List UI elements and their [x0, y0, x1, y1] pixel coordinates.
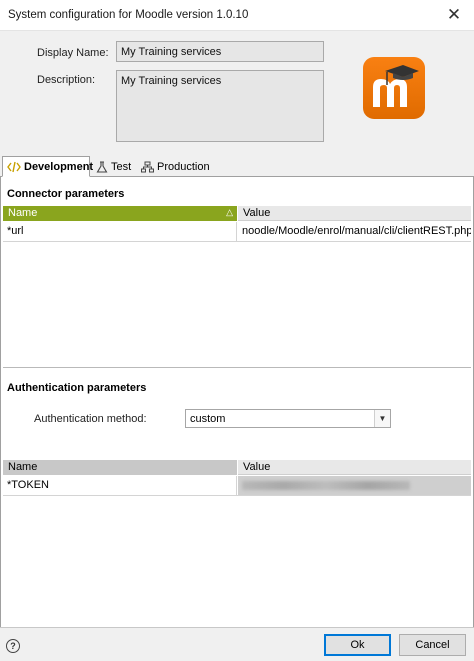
authentication-parameters-title: Authentication parameters [7, 382, 147, 394]
moodle-logo-icon [363, 57, 425, 119]
header-panel: Display Name: My Training services Descr… [0, 31, 474, 155]
connector-grid-header: Name △ Value [3, 206, 471, 221]
authentication-parameters-grid: Name Value *TOKEN [3, 460, 471, 610]
code-icon [7, 161, 21, 173]
description-field[interactable]: My Training services [116, 70, 324, 142]
table-row[interactable]: *url noodle/Moodle/enrol/manual/cli/clie… [3, 222, 471, 242]
tab-development-label: Development [24, 160, 94, 173]
tab-test[interactable]: Test [92, 157, 136, 177]
value-column-header[interactable]: Value [238, 460, 471, 475]
param-value-cell[interactable]: noodle/Moodle/enrol/manual/cli/clientRES… [238, 222, 471, 241]
authentication-method-value: custom [190, 413, 226, 425]
connector-parameters-grid: Name △ Value *url noodle/Moodle/enrol/ma… [3, 206, 471, 366]
value-column-header[interactable]: Value [238, 206, 471, 221]
tab-content-development: Connector parameters Name △ Value *url n… [0, 177, 474, 627]
tab-bar: Development Test Production [0, 155, 474, 177]
redacted-token-value [242, 481, 410, 490]
help-icon[interactable]: ? [6, 639, 20, 653]
window-title: System configuration for Moodle version … [8, 9, 249, 21]
chevron-down-icon[interactable]: ▼ [374, 410, 390, 427]
name-column-header[interactable]: Name [3, 460, 237, 475]
section-divider [3, 367, 471, 368]
param-name-cell[interactable]: *url [3, 222, 237, 241]
table-row[interactable]: *TOKEN [3, 476, 471, 496]
cancel-button[interactable]: Cancel [399, 634, 466, 656]
description-label: Description: [37, 74, 96, 86]
title-bar: System configuration for Moodle version … [0, 0, 474, 31]
param-name-cell[interactable]: *TOKEN [3, 476, 237, 495]
footer-bar: ? Ok Cancel [0, 627, 474, 661]
sort-ascending-icon: △ [226, 207, 233, 217]
close-icon[interactable]: ✕ [442, 4, 466, 26]
tab-test-label: Test [111, 161, 132, 173]
auth-grid-header: Name Value [3, 460, 471, 475]
display-name-field[interactable]: My Training services [116, 41, 324, 62]
name-column-header[interactable]: Name △ [3, 206, 237, 221]
tab-production[interactable]: Production [137, 157, 210, 177]
authentication-method-label: Authentication method: [34, 413, 147, 425]
value-column-label: Value [243, 461, 271, 473]
tab-production-label: Production [157, 161, 210, 173]
name-column-label: Name [8, 207, 38, 219]
name-column-label: Name [8, 461, 38, 473]
value-column-label: Value [243, 207, 271, 219]
param-value-cell[interactable] [238, 476, 471, 495]
display-name-label: Display Name: [37, 47, 109, 59]
ok-button[interactable]: Ok [324, 634, 391, 656]
authentication-method-select[interactable]: custom ▼ [185, 409, 391, 428]
tab-development[interactable]: Development [2, 156, 94, 177]
connector-parameters-title: Connector parameters [7, 188, 125, 200]
flask-icon [96, 161, 108, 173]
network-icon [141, 161, 154, 173]
